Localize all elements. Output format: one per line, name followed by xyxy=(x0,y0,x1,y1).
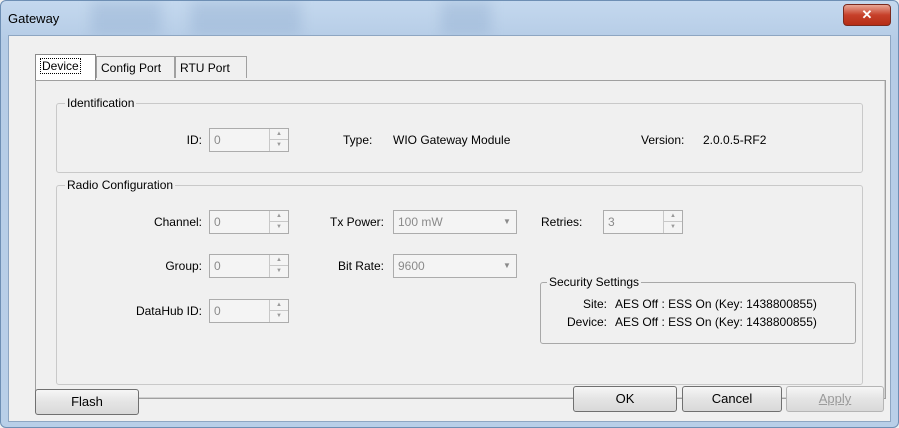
ok-button[interactable]: OK xyxy=(573,386,677,412)
spin-up-icon[interactable]: ▲ xyxy=(664,211,682,222)
radio-configuration-group: Radio Configuration Channel: 0 ▲ ▼ Group:… xyxy=(56,178,863,385)
gateway-dialog: Gateway ✕ Device Config Port RTU Port Id… xyxy=(0,0,899,428)
background-blur xyxy=(441,1,491,35)
datahub-id-value: 0 xyxy=(214,304,221,318)
tx-power-select[interactable]: 100 mW ▼ xyxy=(393,210,517,234)
spin-down-icon[interactable]: ▼ xyxy=(270,140,288,151)
apply-button[interactable]: Apply xyxy=(786,386,884,412)
flash-button[interactable]: Flash xyxy=(35,389,139,415)
version-label: Version: xyxy=(641,133,685,147)
tab-config-port[interactable]: Config Port xyxy=(96,56,175,78)
tx-power-label: Tx Power: xyxy=(329,215,384,229)
id-spinner[interactable]: 0 ▲ ▼ xyxy=(209,128,289,152)
channel-value: 0 xyxy=(214,215,221,229)
retries-label: Retries: xyxy=(541,215,583,229)
identification-group-label: Identification xyxy=(65,96,137,110)
background-blur xyxy=(191,1,301,35)
spin-up-icon[interactable]: ▲ xyxy=(270,129,288,140)
radio-configuration-group-label: Radio Configuration xyxy=(65,178,176,192)
channel-label: Channel: xyxy=(153,215,202,229)
spin-down-icon[interactable]: ▼ xyxy=(270,311,288,322)
device-label: Device: xyxy=(566,315,607,329)
version-value: 2.0.0.5-RF2 xyxy=(703,133,767,147)
group-label: Group: xyxy=(165,259,202,273)
spin-down-icon[interactable]: ▼ xyxy=(664,222,682,233)
dialog-client: Device Config Port RTU Port Identificati… xyxy=(8,35,891,422)
device-value: AES Off : ESS On (Key: 1438800855) xyxy=(615,315,817,329)
security-settings-group-label: Security Settings xyxy=(547,275,642,289)
bit-rate-value: 9600 xyxy=(398,259,425,273)
security-settings-group: Security Settings Site: AES Off : ESS On… xyxy=(540,275,856,344)
site-label: Site: xyxy=(582,297,607,311)
type-label: Type: xyxy=(343,133,373,147)
group-value: 0 xyxy=(214,259,221,273)
group-spinner[interactable]: 0 ▲ ▼ xyxy=(209,254,289,278)
spin-down-icon[interactable]: ▼ xyxy=(270,222,288,233)
identification-group: Identification ID: 0 ▲ ▼ Type: WIO Gatewa… xyxy=(56,96,863,173)
datahub-id-label: DataHub ID: xyxy=(135,304,202,318)
spin-up-icon[interactable]: ▲ xyxy=(270,211,288,222)
bit-rate-label: Bit Rate: xyxy=(337,259,384,273)
close-button[interactable]: ✕ xyxy=(843,4,891,26)
background-blur xyxy=(91,1,161,35)
window-title: Gateway xyxy=(8,11,60,26)
tab-rtu-port[interactable]: RTU Port xyxy=(175,56,247,78)
device-tab-panel: Identification ID: 0 ▲ ▼ Type: WIO Gatewa… xyxy=(35,80,886,399)
bit-rate-select[interactable]: 9600 ▼ xyxy=(393,254,517,278)
site-value: AES Off : ESS On (Key: 1438800855) xyxy=(615,297,817,311)
close-icon: ✕ xyxy=(861,7,873,22)
channel-spinner[interactable]: 0 ▲ ▼ xyxy=(209,210,289,234)
chevron-down-icon[interactable]: ▼ xyxy=(498,255,516,277)
tab-device[interactable]: Device xyxy=(35,54,96,80)
title-bar[interactable]: Gateway ✕ xyxy=(1,1,898,35)
retries-spinner[interactable]: 3 ▲ ▼ xyxy=(603,210,683,234)
id-value: 0 xyxy=(214,133,221,147)
chevron-down-icon[interactable]: ▼ xyxy=(498,211,516,233)
retries-value: 3 xyxy=(608,215,615,229)
type-value: WIO Gateway Module xyxy=(393,133,511,147)
spin-up-icon[interactable]: ▲ xyxy=(270,255,288,266)
datahub-id-spinner[interactable]: 0 ▲ ▼ xyxy=(209,299,289,323)
id-label: ID: xyxy=(186,133,202,147)
cancel-button[interactable]: Cancel xyxy=(682,386,782,412)
tx-power-value: 100 mW xyxy=(398,215,443,229)
spin-down-icon[interactable]: ▼ xyxy=(270,266,288,277)
spin-up-icon[interactable]: ▲ xyxy=(270,300,288,311)
